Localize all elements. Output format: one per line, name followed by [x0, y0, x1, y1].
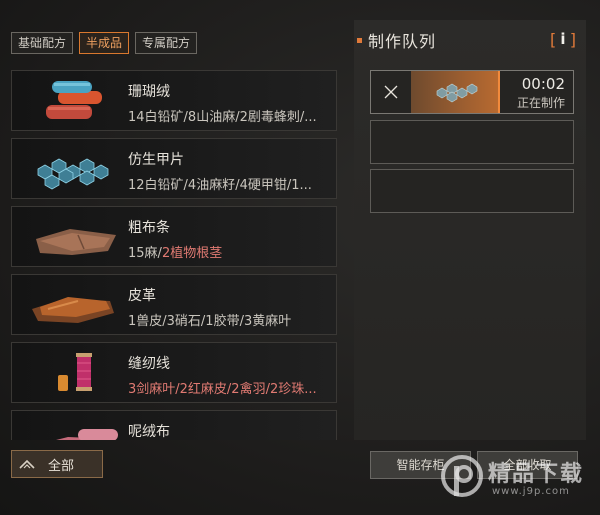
- coral-fleece-icon: [46, 81, 102, 119]
- leather-icon: [32, 297, 114, 323]
- recipe-item-leather[interactable]: 皮革 1兽皮/3硝石/1胶带/3黄麻叶: [11, 274, 337, 335]
- craft-status: 正在制作: [516, 96, 565, 110]
- woolen-cloth-icon: [56, 429, 118, 440]
- queue-title-text: 制作队列: [368, 32, 437, 51]
- sewing-thread-icon: [58, 353, 92, 391]
- recipe-item-coral-fleece[interactable]: 珊瑚绒 14白铅矿/8山油麻/2剧毒蜂刺/...: [11, 70, 337, 131]
- queue-slot-2[interactable]: [370, 120, 574, 164]
- progress-edge: [498, 71, 500, 113]
- recipe-list: 珊瑚绒 14白铅矿/8山油麻/2剧毒蜂刺/... 仿生甲片 12白铅矿/4油麻籽…: [11, 70, 337, 440]
- close-icon: [384, 85, 398, 99]
- chevron-up-icon: [12, 459, 42, 469]
- queue-slot-3[interactable]: [370, 169, 574, 213]
- recipe-requirements: 14白铅矿/8山油麻/2剧毒蜂刺/...: [128, 110, 317, 125]
- recipe-name: 仿生甲片: [128, 152, 184, 168]
- recipe-name: 呢绒布: [128, 424, 170, 440]
- crafting-queue-panel: 制作队列 [ i ] 00:02 正在制作: [354, 20, 586, 440]
- cloth-strip-icon: [36, 229, 116, 255]
- filter-all-button[interactable]: 全部: [11, 450, 103, 478]
- queue-title: 制作队列: [357, 28, 436, 52]
- recipe-name: 缝纫线: [128, 356, 170, 372]
- cancel-craft-button[interactable]: [371, 71, 411, 113]
- recipe-item-bionic-plate[interactable]: 仿生甲片 12白铅矿/4油麻籽/4硬甲钳/1...: [11, 138, 337, 199]
- recipe-tabs: 基础配方 半成品 专属配方: [11, 32, 198, 54]
- queue-slot-1[interactable]: 00:02 正在制作: [370, 70, 574, 114]
- craft-progress-fill: [411, 71, 498, 113]
- recipe-requirements: 12白铅矿/4油麻籽/4硬甲钳/1...: [128, 178, 312, 193]
- recipe-requirements: 1兽皮/3硝石/1胶带/3黄麻叶: [128, 314, 292, 329]
- recipe-requirements: 15麻/2植物根茎: [128, 246, 223, 261]
- watermark-text: 精品下载: [488, 462, 585, 487]
- tab-semi-finished[interactable]: 半成品: [79, 32, 130, 54]
- bionic-plate-icon: [436, 83, 478, 103]
- filter-all-label: 全部: [48, 458, 75, 474]
- watermark-url: www.j9p.com: [492, 486, 570, 497]
- bracket-left: [: [547, 29, 558, 49]
- watermark: 精品下载 www.j9p.com: [440, 452, 600, 512]
- recipe-item-woolen-cloth[interactable]: 呢绒布: [11, 410, 337, 440]
- recipe-item-sewing-thread[interactable]: 缝纫线 3剑麻叶/2红麻皮/2禽羽/2珍珠...: [11, 342, 337, 403]
- craft-timer: 00:02: [521, 75, 565, 93]
- tab-exclusive-recipes[interactable]: 专属配方: [135, 32, 198, 54]
- bionic-plate-icon: [37, 158, 109, 190]
- recipe-name: 珊瑚绒: [128, 84, 170, 100]
- info-button[interactable]: [ i ]: [547, 29, 579, 49]
- recipe-requirements: 3剑麻叶/2红麻皮/2禽羽/2珍珠...: [128, 382, 317, 397]
- recipe-item-cloth-strip[interactable]: 粗布条 15麻/2植物根茎: [11, 206, 337, 267]
- title-marker-icon: [357, 37, 362, 43]
- bracket-right: ]: [568, 29, 579, 49]
- tab-basic-recipes[interactable]: 基础配方: [11, 32, 74, 54]
- info-icon: i: [560, 30, 566, 48]
- watermark-logo-icon: [441, 455, 483, 497]
- recipe-name: 粗布条: [128, 220, 170, 236]
- recipe-name: 皮革: [128, 288, 156, 304]
